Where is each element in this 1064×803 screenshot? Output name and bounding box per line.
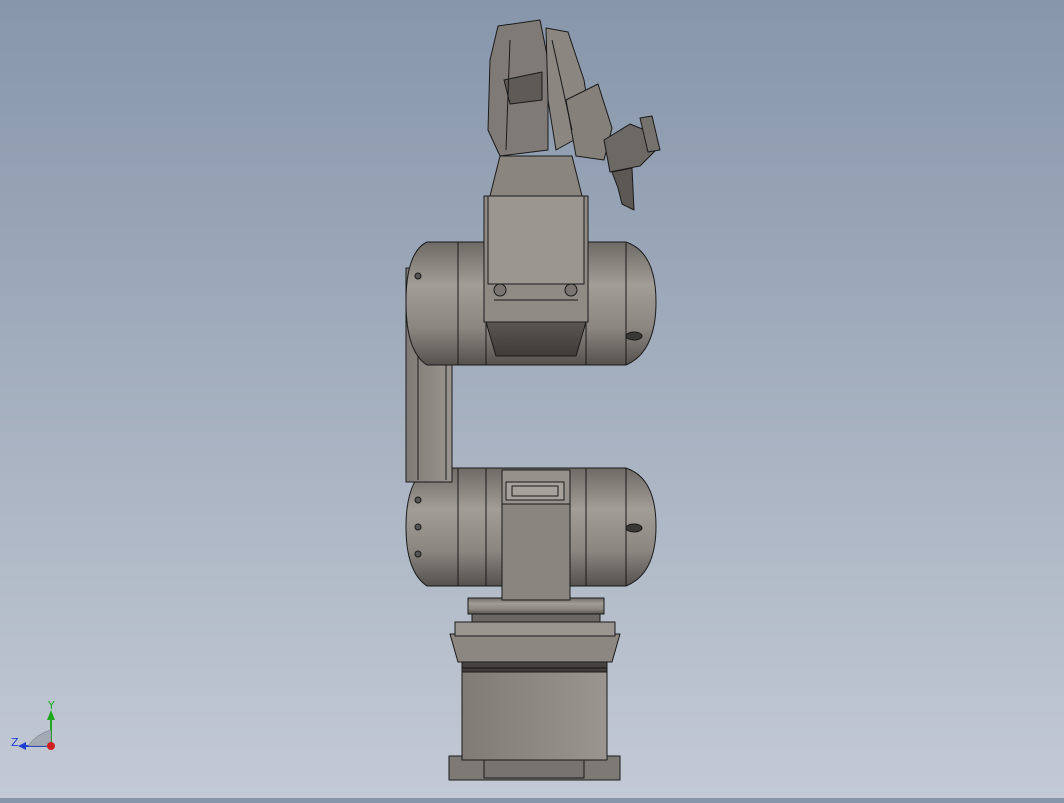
origin-dot [47, 742, 55, 750]
shoulder-joint[interactable] [405, 467, 657, 601]
robot-base[interactable] [448, 597, 621, 781]
z-axis-label: Z [11, 736, 19, 749]
triad-plane [27, 729, 52, 747]
coordinate-triad: Y Z [11, 699, 55, 750]
y-axis-label: Y [47, 699, 55, 712]
cad-viewport[interactable]: Y Z [0, 0, 1064, 798]
robot-arm-model[interactable] [0, 0, 1064, 798]
forearm[interactable] [483, 155, 589, 323]
z-axis-arrowhead [18, 742, 26, 750]
